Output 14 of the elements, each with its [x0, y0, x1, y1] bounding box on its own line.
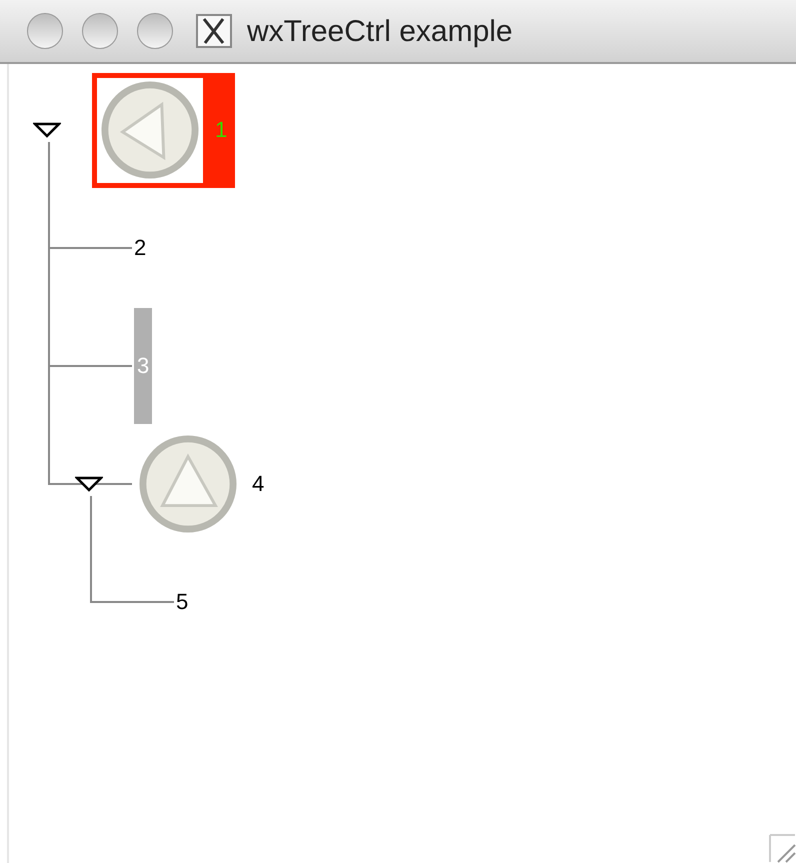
item-label[interactable]: 2 [134, 237, 146, 259]
left-triangle-circle-icon [101, 81, 199, 179]
x-window-icon [196, 14, 232, 48]
resize-grip-icon[interactable] [768, 833, 796, 863]
tree-item[interactable]: 4 [134, 432, 264, 536]
expand-toggle-icon[interactable] [75, 476, 103, 492]
window-control-button[interactable] [137, 13, 173, 49]
window-control-button[interactable] [82, 13, 118, 49]
expand-toggle-icon[interactable] [33, 122, 61, 138]
item-label[interactable]: 5 [176, 591, 188, 613]
up-triangle-circle-icon [139, 435, 237, 533]
window-title: wxTreeCtrl example [247, 14, 513, 50]
item-label[interactable]: 4 [252, 473, 264, 495]
window-control-button[interactable] [27, 13, 63, 49]
